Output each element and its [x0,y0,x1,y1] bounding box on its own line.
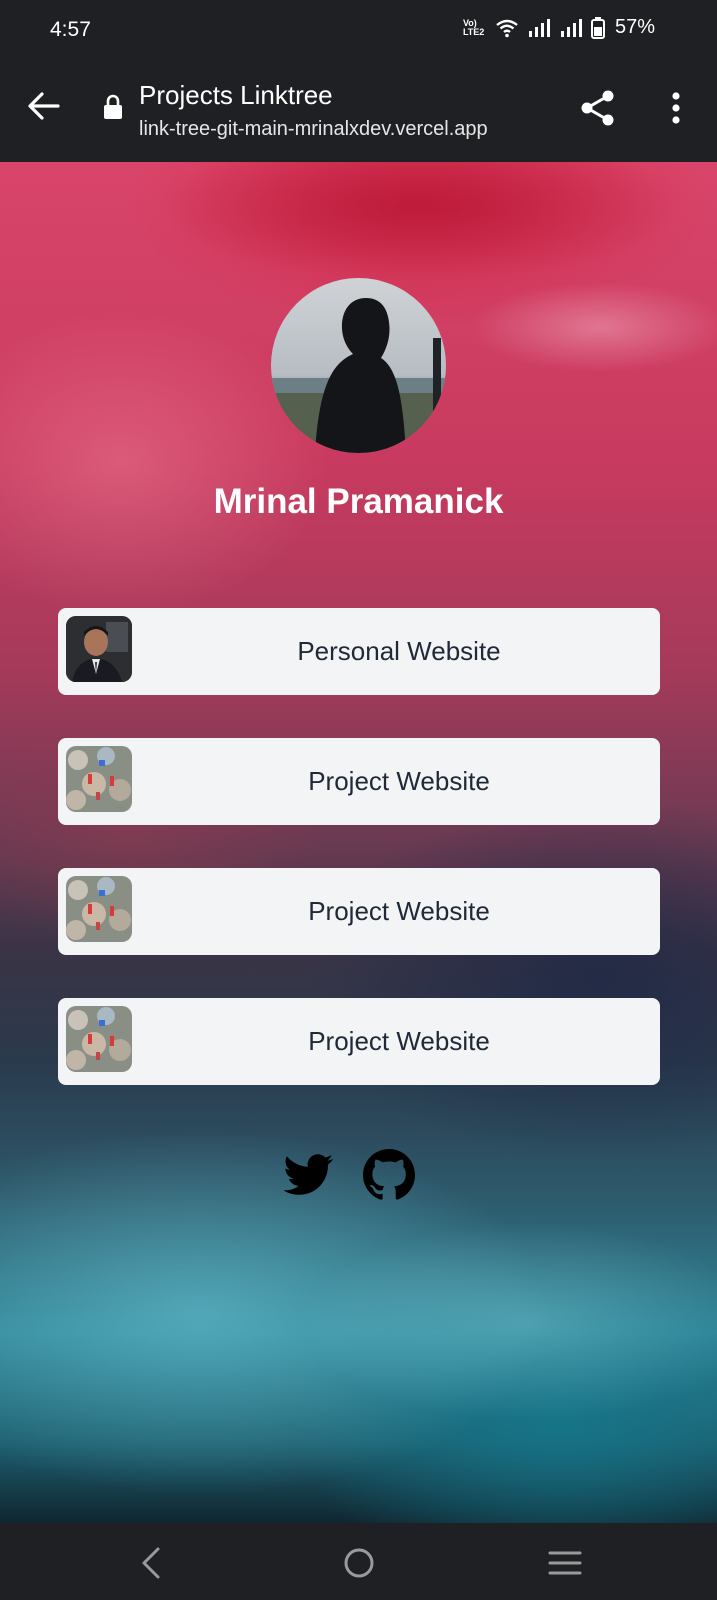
status-icons: Vo) LTE2 57% [463,16,655,39]
silhouette-photo [271,298,446,453]
link-label: Project Website [308,1026,490,1056]
link-label: Project Website [308,766,490,796]
nav-back-icon[interactable] [132,1543,172,1583]
page-title: Projects Linktree [139,80,333,110]
project-photo-thumb [66,746,132,812]
link-project-website-1[interactable]: Project Website [58,738,660,825]
network-type-label: Vo) LTE2 [462,17,485,37]
page-content: Mrinal Pramanick Personal Website Projec… [0,162,717,1523]
background-swirl [470,282,717,372]
twitter-icon[interactable] [281,1147,337,1203]
nav-home-icon[interactable] [339,1543,379,1583]
link-personal-website[interactable]: Personal Website [58,608,660,695]
background-swirl [160,162,680,282]
battery-percent: 57% [614,16,655,38]
back-arrow-icon[interactable] [26,88,62,124]
project-photo-thumb [66,1006,132,1072]
person-photo-thumb [66,616,132,682]
background-swirl [300,1222,717,1422]
status-time: 4:57 [50,18,91,41]
project-photo-thumb [66,876,132,942]
link-label: Personal Website [297,636,501,666]
wifi-icon [496,19,518,37]
page-url[interactable]: link-tree-git-main-mrinalxdev.vercel.app [139,118,488,141]
link-label: Project Website [308,896,490,926]
share-icon[interactable] [578,88,618,128]
github-icon[interactable] [361,1147,417,1203]
signal-icon [528,18,550,37]
browser-toolbar: Projects Linktree link-tree-git-main-mri… [0,58,717,162]
profile-name: Mrinal Pramanick [213,482,504,521]
lock-icon [104,94,122,119]
signal-icon-2 [560,18,582,37]
nav-recents-icon[interactable] [545,1543,585,1583]
profile-avatar [271,278,446,453]
status-bar: 4:57 Vo) LTE2 57% [0,0,717,58]
link-project-website-3[interactable]: Project Website [58,998,660,1085]
link-project-website-2[interactable]: Project Website [58,868,660,955]
more-vert-icon[interactable] [662,90,690,126]
battery-icon [590,16,605,39]
system-nav-bar [0,1523,717,1600]
